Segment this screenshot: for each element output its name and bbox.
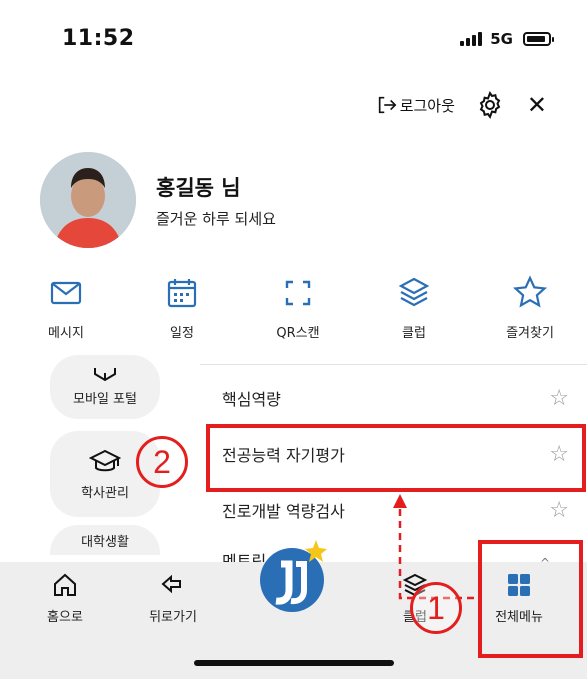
qr-scan-icon bbox=[285, 280, 311, 306]
profile-section: 홍길동 님 즐거운 하루 되세요 bbox=[40, 152, 276, 248]
logout-button[interactable]: 로그아웃 bbox=[376, 94, 455, 116]
side-item-label: 학사관리 bbox=[81, 485, 129, 501]
close-icon[interactable]: ✕ bbox=[527, 93, 547, 117]
quick-message-label: 메시지 bbox=[48, 326, 84, 341]
quick-favorites-label: 즐겨찾기 bbox=[506, 326, 554, 341]
side-item-label: 모바일 포털 bbox=[73, 392, 137, 407]
layers-icon bbox=[398, 277, 430, 307]
quick-message[interactable]: 메시지 bbox=[18, 274, 114, 341]
annotation-highlight-submenu bbox=[206, 424, 586, 492]
tab-back-label: 뒤로가기 bbox=[149, 610, 197, 625]
quick-schedule-label: 일정 bbox=[170, 326, 194, 341]
greeting-text: 즐거운 하루 되세요 bbox=[156, 209, 276, 228]
favorite-star-icon[interactable]: ☆ bbox=[549, 498, 569, 523]
graduation-cap-icon bbox=[89, 449, 121, 471]
annotation-step-2: 2 bbox=[136, 436, 188, 488]
gear-icon[interactable] bbox=[475, 90, 505, 120]
tab-home-label: 홈으로 bbox=[47, 610, 83, 625]
portal-icon bbox=[94, 368, 116, 382]
quick-favorites[interactable]: 즐겨찾기 bbox=[482, 274, 578, 341]
calendar-icon bbox=[167, 279, 197, 308]
annotation-highlight-all-menu bbox=[478, 540, 583, 658]
side-item-mobile-portal[interactable]: 모바일 포털 bbox=[50, 355, 160, 419]
status-indicators: 5G bbox=[460, 30, 554, 48]
signal-icon bbox=[460, 32, 483, 46]
home-icon bbox=[54, 573, 76, 596]
quick-qr-scan[interactable]: QR스캔 bbox=[250, 274, 346, 341]
avatar bbox=[40, 152, 136, 248]
top-actions: 로그아웃 ✕ bbox=[376, 90, 547, 120]
profile-text: 홍길동 님 즐거운 하루 되세요 bbox=[156, 172, 276, 229]
back-arrow-icon bbox=[161, 574, 181, 594]
side-item-label: 대학생활 bbox=[81, 535, 129, 550]
battery-icon bbox=[523, 32, 554, 46]
quick-club-label: 클럽 bbox=[402, 326, 426, 341]
status-time: 11:52 bbox=[62, 26, 135, 51]
status-bar: 11:52 5G bbox=[0, 0, 587, 80]
favorite-star-icon[interactable]: ☆ bbox=[549, 386, 569, 411]
logout-icon bbox=[378, 96, 397, 114]
logout-label: 로그아웃 bbox=[399, 96, 455, 115]
quick-schedule[interactable]: 일정 bbox=[134, 274, 230, 341]
home-indicator bbox=[194, 660, 394, 666]
j-logo-button[interactable] bbox=[258, 538, 330, 614]
mail-icon bbox=[50, 281, 82, 305]
star-icon bbox=[512, 275, 548, 308]
submenu-item-core-competency[interactable]: 핵심역량 ☆ bbox=[200, 370, 587, 426]
quick-menu: 메시지 일정 QR스캔 클럽 즐겨찾기 bbox=[18, 274, 578, 341]
annotation-step-1: 1 bbox=[410, 582, 462, 634]
quick-club[interactable]: 클럽 bbox=[366, 274, 462, 341]
quick-qr-label: QR스캔 bbox=[276, 326, 320, 341]
tab-back[interactable]: 뒤로가기 bbox=[128, 572, 218, 625]
side-item-campus-life[interactable]: 대학생활 bbox=[50, 525, 160, 555]
divider bbox=[200, 364, 587, 365]
tab-home[interactable]: 홈으로 bbox=[20, 572, 110, 625]
user-name: 홍길동 님 bbox=[156, 175, 241, 200]
submenu-item-label: 핵심역량 bbox=[222, 390, 281, 409]
network-label: 5G bbox=[490, 30, 513, 48]
submenu-item-label: 진로개발 역량검사 bbox=[222, 502, 345, 521]
